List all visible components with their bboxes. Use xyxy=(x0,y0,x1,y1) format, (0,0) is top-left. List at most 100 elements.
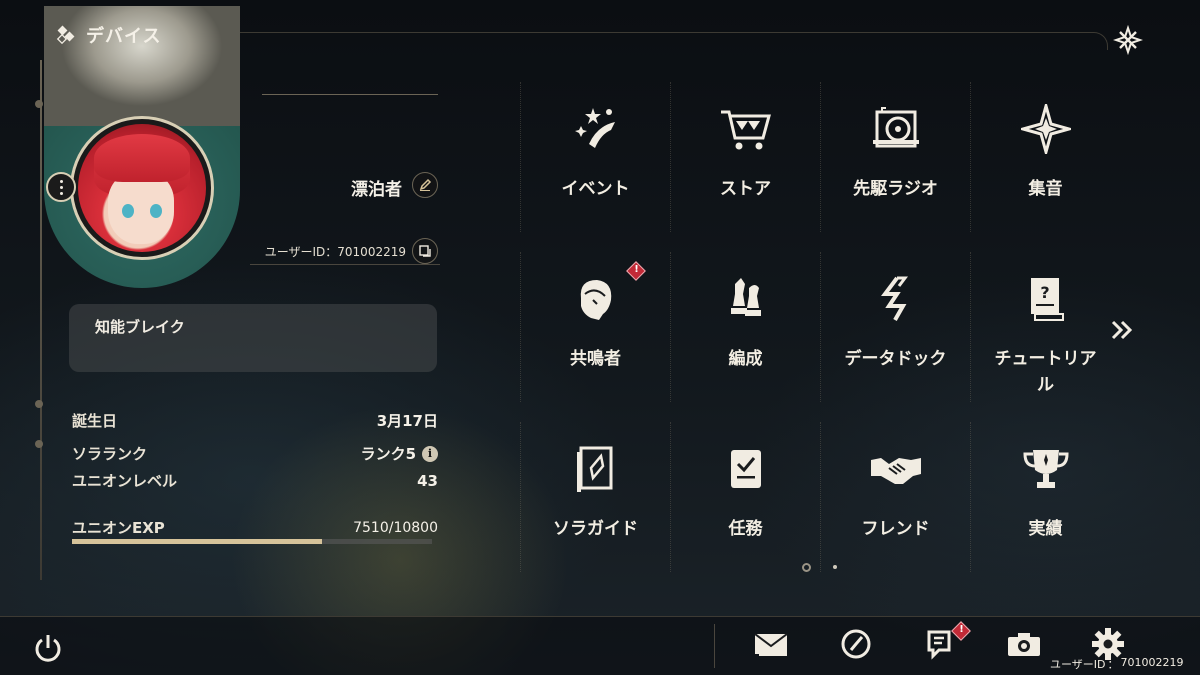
menu-label: 共鳴者 xyxy=(570,349,621,369)
menu-item-quests[interactable]: 任務 xyxy=(670,422,820,572)
frame-dot xyxy=(35,400,43,408)
avatar-options-button[interactable] xyxy=(46,172,76,202)
union-exp-value: 7510/10800 xyxy=(353,519,438,536)
menu-item-sola-guide[interactable]: ソラガイド xyxy=(520,422,670,572)
camera-icon xyxy=(1006,630,1042,658)
signature-text: 知能ブレイク xyxy=(95,318,185,336)
menu-label: ストア xyxy=(720,179,771,199)
event-stars-icon xyxy=(569,102,623,156)
menu-item-tutorial[interactable]: ? チュートリアル xyxy=(970,252,1120,402)
resonator-icon xyxy=(569,272,623,326)
frame-top-line xyxy=(170,32,1090,33)
menu-label: チュートリアル xyxy=(994,349,1097,395)
edit-name-button[interactable] xyxy=(412,172,438,198)
stat-birthday: 誕生日 3月17日 xyxy=(72,410,438,431)
menu-label: イベント xyxy=(561,179,630,199)
copy-icon xyxy=(418,244,432,258)
footer-user-id-value: 701002219 xyxy=(1120,656,1184,669)
union-level-value: 43 xyxy=(417,471,438,490)
clock-button[interactable] xyxy=(836,626,876,662)
handshake-icon xyxy=(869,442,923,496)
data-dock-icon xyxy=(869,272,923,326)
frame-dot xyxy=(35,440,43,448)
menu-item-radio[interactable]: 先駆ラジオ xyxy=(820,82,970,232)
user-id-label: ユーザーID xyxy=(264,245,326,259)
quest-clipboard-icon xyxy=(719,442,773,496)
frame-dot xyxy=(35,100,43,108)
menu-label: フレンド xyxy=(861,519,930,539)
stat-union-level: ユニオンレベル 43 xyxy=(72,470,438,491)
union-exp-label: ユニオンEXP xyxy=(72,519,165,537)
guide-book-icon xyxy=(569,442,623,496)
page-indicator[interactable] xyxy=(833,565,837,569)
menu-item-resonator[interactable]: 共鳴者 xyxy=(520,252,670,402)
menu-item-friends[interactable]: フレンド xyxy=(820,422,970,572)
tutorial-book-icon: ? xyxy=(1019,272,1073,326)
sola-rank-value-group: ランク5 i xyxy=(361,443,438,464)
menu-label: データドック xyxy=(844,349,947,369)
union-level-label: ユニオンレベル xyxy=(72,472,178,490)
diamond-icon xyxy=(56,24,78,46)
birthday-label: 誕生日 xyxy=(72,412,118,430)
radio-icon xyxy=(869,102,923,156)
compass-star-icon xyxy=(1019,102,1073,156)
birthday-value: 3月17日 xyxy=(376,412,438,430)
alert-badge xyxy=(626,261,646,281)
menu-item-formation[interactable]: 編成 xyxy=(670,252,820,402)
menu-item-collect-sound[interactable]: 集音 xyxy=(970,82,1120,232)
frame-top-corner xyxy=(1088,32,1108,50)
avatar-card[interactable] xyxy=(44,6,240,288)
signature-box[interactable]: 知能ブレイク xyxy=(69,304,437,372)
footer-user-id: ユーザーID ： 701002219 xyxy=(1050,656,1184,672)
next-page-button[interactable] xyxy=(1108,316,1136,344)
sola-rank-label: ソラランク xyxy=(72,445,148,463)
sola-rank-value: ランク5 xyxy=(360,445,416,463)
menu-label: 任務 xyxy=(728,519,763,539)
menu-label: 先駆ラジオ xyxy=(853,179,938,199)
bottom-divider xyxy=(714,624,715,668)
svg-text:?: ? xyxy=(1040,283,1049,302)
menu-item-data-dock[interactable]: データドック xyxy=(820,252,970,402)
menu-label: ソラガイド xyxy=(553,519,638,539)
trophy-icon xyxy=(1019,442,1073,496)
union-exp-bar xyxy=(72,539,432,544)
mail-icon xyxy=(753,630,789,658)
stat-union-exp: ユニオンEXP 7510/10800 xyxy=(72,517,438,538)
page-title: デバイス xyxy=(86,26,162,47)
union-exp-bar-fill xyxy=(72,539,323,544)
chess-pieces-icon xyxy=(719,272,773,326)
double-chevron-right-icon xyxy=(1110,319,1134,341)
camera-button[interactable] xyxy=(1004,626,1044,662)
menu-item-event[interactable]: イベント xyxy=(520,82,670,232)
divider xyxy=(262,94,438,95)
avatar xyxy=(78,124,206,252)
notice-button[interactable] xyxy=(920,621,971,662)
more-vertical-icon xyxy=(59,179,63,195)
menu-label: 編成 xyxy=(728,349,763,369)
menu-label: 集音 xyxy=(1028,179,1063,199)
copy-id-button[interactable] xyxy=(412,238,438,264)
user-id-separator: ： xyxy=(325,245,338,259)
frame-left-line xyxy=(40,60,42,580)
menu-item-achievements[interactable]: 実績 xyxy=(970,422,1120,572)
page-indicator-active[interactable] xyxy=(802,563,811,572)
menu-grid: イベント ストア 先駆ラジオ 集音 共鳴者 編成 データドック xyxy=(520,82,1120,572)
notice-icon xyxy=(925,628,955,660)
stat-sola-rank: ソラランク ランク5 i xyxy=(72,443,438,464)
user-id-value: 701002219 xyxy=(337,244,406,259)
power-button[interactable] xyxy=(30,630,66,666)
info-icon[interactable]: i xyxy=(422,445,438,462)
username: 漂泊者 xyxy=(351,180,402,200)
power-icon xyxy=(32,632,64,664)
menu-label: 実績 xyxy=(1028,519,1063,539)
close-icon xyxy=(1113,25,1143,55)
close-button[interactable] xyxy=(1110,22,1146,58)
header: デバイス xyxy=(56,22,161,48)
pencil-icon xyxy=(418,178,432,192)
cart-icon xyxy=(719,102,773,156)
mail-button[interactable] xyxy=(751,626,791,662)
menu-item-store[interactable]: ストア xyxy=(670,82,820,232)
footer-user-id-separator: ： xyxy=(1107,658,1119,671)
clock-icon xyxy=(840,628,872,660)
footer-user-id-label: ユーザーID xyxy=(1050,658,1106,671)
